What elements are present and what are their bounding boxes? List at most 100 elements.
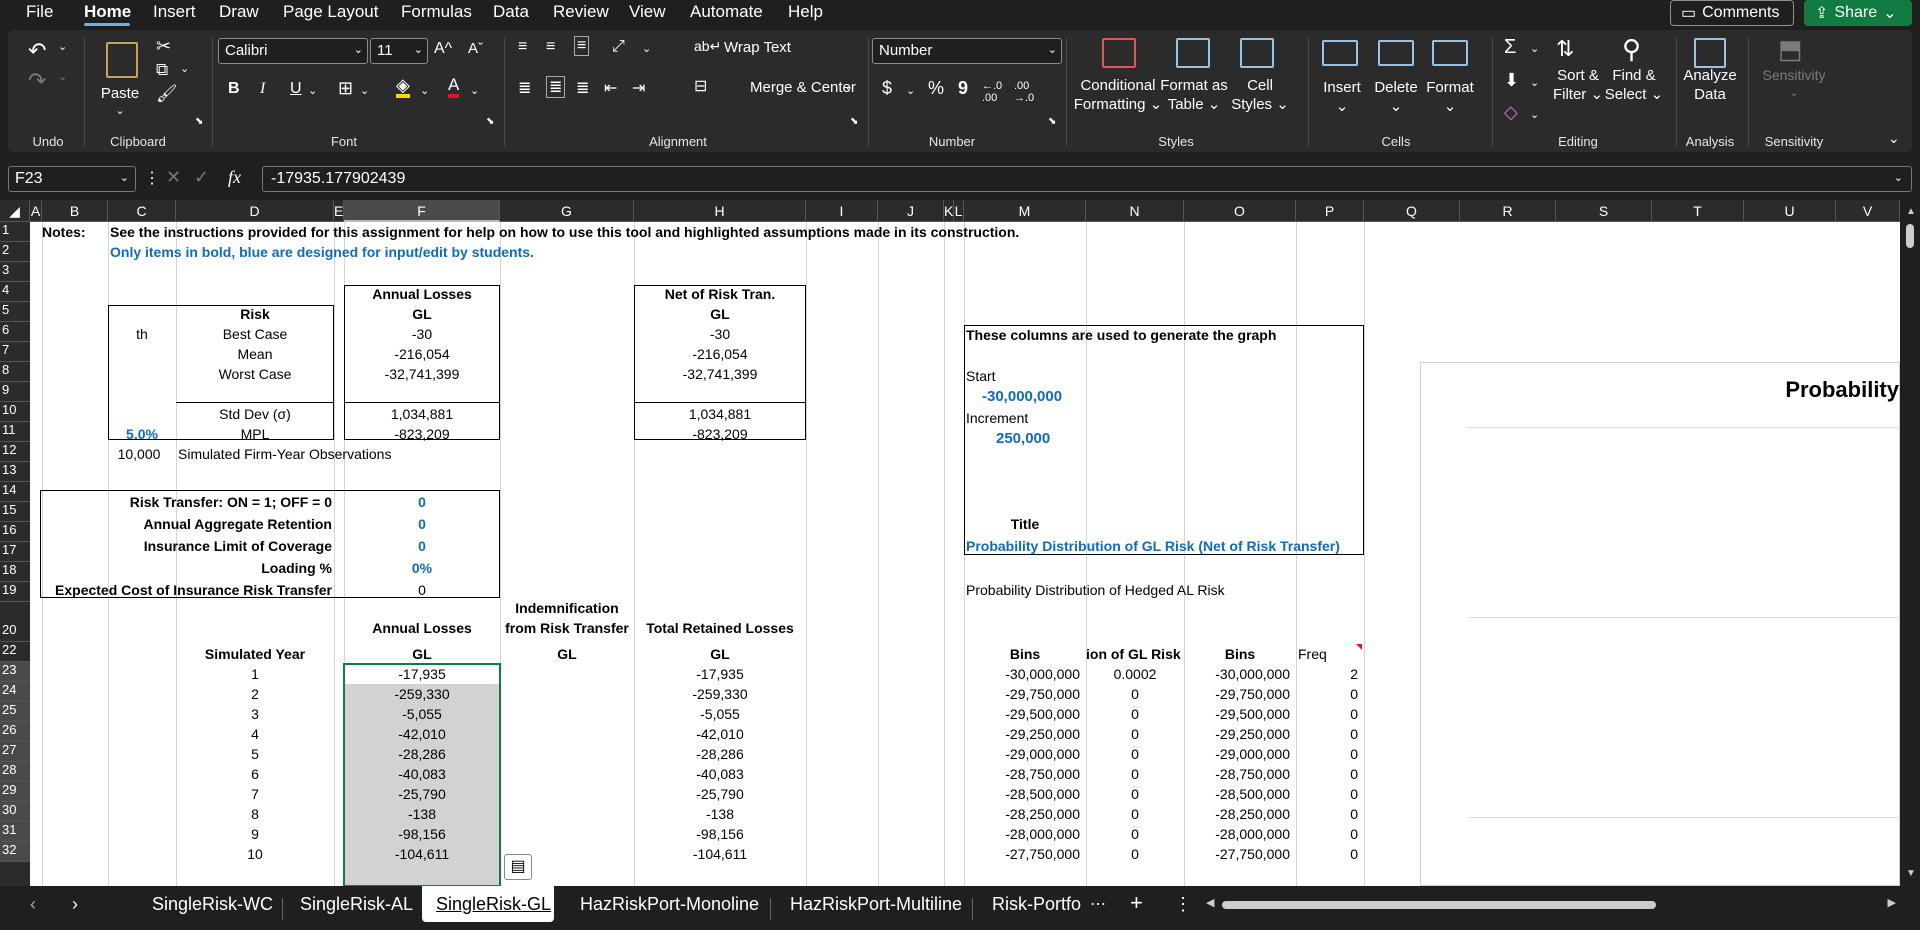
table-cell-freq[interactable]: 0 (1296, 824, 1358, 844)
table-cell-bin[interactable]: -29,750,000 (964, 684, 1080, 704)
column-header[interactable]: S (1556, 200, 1652, 222)
sheet-tab[interactable]: Risk-Portfo (992, 894, 1081, 915)
column-header[interactable]: C (108, 200, 176, 222)
table-cell-prob[interactable]: 0 (1086, 764, 1184, 784)
table-cell-annual[interactable]: -17,935 (344, 664, 500, 684)
table-cell-total[interactable]: -40,083 (634, 764, 806, 784)
column-header[interactable]: Q (1364, 200, 1460, 222)
table-cell-bin2[interactable]: -28,750,000 (1184, 764, 1290, 784)
chevron-down-icon[interactable]: ⌄ (906, 84, 915, 97)
undo-icon[interactable]: ↶ (28, 38, 46, 64)
scroll-up-icon[interactable]: ▲ (1906, 206, 1916, 217)
table-cell-bin[interactable]: -28,500,000 (964, 784, 1080, 804)
start-input[interactable]: -30,000,000 (982, 387, 1062, 407)
table-cell-year[interactable]: 9 (176, 824, 334, 844)
risk-transfer-input[interactable]: 0 (344, 492, 500, 512)
row-header[interactable]: 7 (0, 342, 30, 362)
row-header[interactable]: 5 (0, 302, 30, 322)
column-header[interactable]: U (1744, 200, 1836, 222)
table-cell-freq[interactable]: 0 (1296, 684, 1358, 704)
best-case-value[interactable]: -30 (344, 324, 500, 344)
column-header[interactable]: D (176, 200, 334, 222)
table-cell-prob[interactable]: 0 (1086, 784, 1184, 804)
table-cell-total[interactable]: -259,330 (634, 684, 806, 704)
table-cell-annual[interactable]: -138 (344, 804, 500, 824)
table-cell-total[interactable]: -5,055 (634, 704, 806, 724)
next-sheet-icon[interactable]: › (72, 894, 78, 915)
column-header[interactable]: J (878, 200, 944, 222)
wrap-text-button[interactable]: Wrap Text (724, 39, 791, 56)
table-cell-prob[interactable]: 0 (1086, 824, 1184, 844)
align-middle-icon[interactable]: ≡ (546, 38, 555, 56)
menu-help[interactable]: Help (788, 2, 823, 22)
row-header[interactable]: 6 (0, 322, 30, 342)
table-cell-freq[interactable]: 0 (1296, 804, 1358, 824)
sort-filter-button[interactable]: Sort & Filter ⌄ (1553, 66, 1603, 104)
ecirt-value[interactable]: 0 (344, 580, 500, 600)
row-header[interactable]: 18 (0, 562, 30, 582)
table-cell-total[interactable]: -25,790 (634, 784, 806, 804)
table-cell-bin2[interactable]: -28,500,000 (1184, 784, 1290, 804)
table-cell-bin[interactable]: -29,000,000 (964, 744, 1080, 764)
menu-insert[interactable]: Insert (153, 2, 196, 22)
row-header[interactable]: 1 (0, 222, 30, 242)
comments-button[interactable]: ▭ Comments (1670, 0, 1794, 26)
more-sheets-icon[interactable]: ⋯ (1090, 894, 1106, 914)
column-header[interactable]: R (1460, 200, 1556, 222)
row-header[interactable]: 2 (0, 242, 30, 262)
format-as-table-button[interactable]: Format as Table ⌄ (1160, 76, 1228, 114)
decrease-indent-icon[interactable]: ⇤ (604, 78, 617, 98)
table-cell-total[interactable]: -104,611 (634, 844, 806, 864)
prev-sheet-icon[interactable]: ‹ (30, 894, 36, 915)
decrease-font-icon[interactable]: Aˇ (468, 40, 483, 57)
table-cell-annual[interactable]: -5,055 (344, 704, 500, 724)
row-header[interactable]: 3 (0, 262, 30, 282)
column-header[interactable]: K (944, 200, 954, 222)
font-size-select[interactable]: 11 ⌄ (370, 38, 428, 64)
table-cell-bin2[interactable]: -29,500,000 (1184, 704, 1290, 724)
table-cell-freq[interactable]: 0 (1296, 784, 1358, 804)
menu-automate[interactable]: Automate (690, 2, 763, 22)
column-header[interactable]: H (634, 200, 806, 222)
menu-data[interactable]: Data (493, 2, 529, 22)
row-header[interactable]: 26 (0, 722, 30, 742)
net-best-case-value[interactable]: -30 (634, 324, 806, 344)
table-cell-bin2[interactable]: -29,750,000 (1184, 684, 1290, 704)
worst-case-value[interactable]: -32,741,399 (344, 364, 500, 384)
table-cell-bin2[interactable]: -30,000,000 (1184, 664, 1290, 684)
row-header[interactable]: 10 (0, 402, 30, 422)
column-header[interactable]: E (334, 200, 344, 222)
column-header[interactable]: P (1296, 200, 1364, 222)
table-cell-year[interactable]: 7 (176, 784, 334, 804)
table-cell-bin2[interactable]: -29,000,000 (1184, 744, 1290, 764)
table-cell-freq[interactable]: 2 (1296, 664, 1358, 684)
table-cell-bin2[interactable]: -29,250,000 (1184, 724, 1290, 744)
table-cell-bin2[interactable]: -28,250,000 (1184, 804, 1290, 824)
table-cell-bin2[interactable]: -28,000,000 (1184, 824, 1290, 844)
find-select-button[interactable]: Find & Select ⌄ (1605, 66, 1663, 104)
chevron-down-icon[interactable]: ⌄ (180, 62, 189, 75)
mpl-value[interactable]: -823,209 (344, 424, 500, 444)
chevron-down-icon[interactable]: ⌄ (1530, 42, 1539, 55)
dialog-launcher-icon[interactable]: ⬊ (850, 116, 858, 127)
scroll-thumb[interactable] (1222, 901, 1656, 909)
menu-file[interactable]: File (26, 2, 53, 22)
scroll-down-icon[interactable]: ▼ (1906, 868, 1916, 879)
mpl-percent-input[interactable]: 5.0% (108, 424, 176, 444)
chevron-down-icon[interactable]: ⌄ (360, 84, 369, 97)
menu-home[interactable]: Home (84, 2, 131, 22)
cut-icon[interactable]: ✂ (156, 36, 171, 57)
column-header[interactable]: T (1652, 200, 1744, 222)
percent-button[interactable]: % (928, 78, 944, 99)
increase-font-icon[interactable]: A^ (434, 40, 452, 58)
dialog-launcher-icon[interactable]: ⬊ (486, 116, 494, 127)
table-cell-bin[interactable]: -28,000,000 (964, 824, 1080, 844)
sheet-tab[interactable]: HazRiskPort-Multiline (790, 894, 962, 915)
row-header[interactable]: 30 (0, 802, 30, 822)
table-cell-total[interactable]: -98,156 (634, 824, 806, 844)
row-header[interactable]: 16 (0, 522, 30, 542)
table-cell-year[interactable]: 4 (176, 724, 334, 744)
std-dev-value[interactable]: 1,034,881 (344, 404, 500, 424)
table-cell-year[interactable]: 5 (176, 744, 334, 764)
dialog-launcher-icon[interactable]: ⬊ (1048, 116, 1056, 127)
